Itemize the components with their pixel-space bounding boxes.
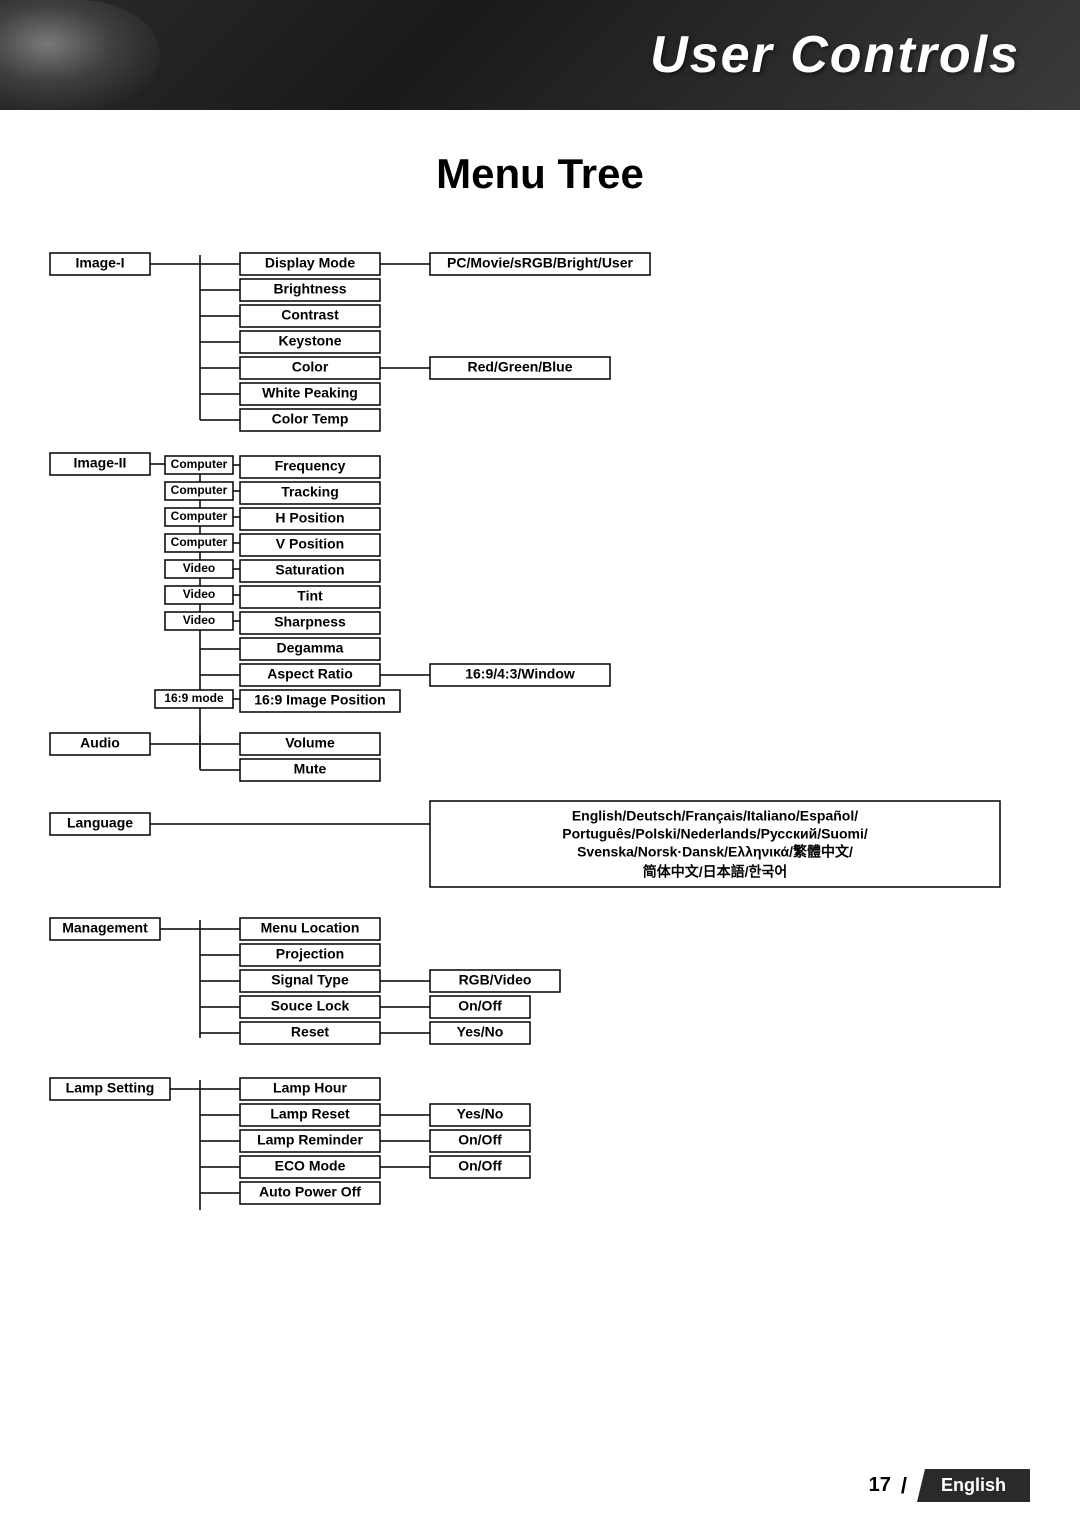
lens-decoration [0,0,160,110]
svg-text:H Position: H Position [275,510,344,526]
svg-text:English/Deutsch/Français/Itali: English/Deutsch/Français/Italiano/Españo… [572,808,858,824]
svg-text:Computer: Computer [171,483,228,497]
svg-text:White Peaking: White Peaking [262,385,358,401]
svg-text:Aspect Ratio: Aspect Ratio [267,666,353,682]
svg-text:Yes/No: Yes/No [457,1024,504,1040]
tree-svg: Image-I Display Mode PC/Movie/sRGB/Brigh… [40,238,1040,1388]
svg-text:Display Mode: Display Mode [265,255,355,271]
svg-text:RGB/Video: RGB/Video [459,972,532,988]
menu-tree: Image-I Display Mode PC/Movie/sRGB/Brigh… [0,228,1080,1473]
svg-text:V Position: V Position [276,536,344,552]
svg-text:On/Off: On/Off [458,998,502,1014]
svg-text:Souce Lock: Souce Lock [271,998,350,1014]
svg-text:Language: Language [67,815,133,831]
svg-text:Lamp Reminder: Lamp Reminder [257,1132,363,1148]
svg-text:Video: Video [183,561,215,575]
svg-text:Signal Type: Signal Type [271,972,349,988]
svg-text:Computer: Computer [171,457,228,471]
svg-text:Svenska/Norsk·Dansk/Ελληνικά/繁: Svenska/Norsk·Dansk/Ελληνικά/繁體中文/ [577,844,853,860]
page-title: Menu Tree [0,150,1080,198]
svg-text:Brightness: Brightness [273,281,346,297]
svg-text:Color: Color [292,359,329,375]
svg-text:简体中文/日本語/한국어: 简体中文/日本語/한국어 [643,864,787,880]
svg-text:Tracking: Tracking [281,484,339,500]
svg-text:Management: Management [62,920,148,936]
svg-text:Computer: Computer [171,535,228,549]
svg-text:Lamp Setting: Lamp Setting [66,1080,155,1096]
svg-text:Red/Green/Blue: Red/Green/Blue [467,359,572,375]
svg-text:Saturation: Saturation [275,562,344,578]
svg-text:Lamp Reset: Lamp Reset [270,1106,350,1122]
svg-text:Frequency: Frequency [275,458,346,474]
svg-text:Tint: Tint [297,588,323,604]
footer-slash: / [901,1473,907,1499]
svg-text:Computer: Computer [171,509,228,523]
svg-text:Keystone: Keystone [278,333,341,349]
image1-label: Image-I [75,255,124,271]
svg-text:Auto Power Off: Auto Power Off [259,1184,361,1200]
svg-text:Audio: Audio [80,735,120,751]
svg-text:Menu Location: Menu Location [261,920,360,936]
header: User Controls [0,0,1080,110]
svg-text:On/Off: On/Off [458,1132,502,1148]
svg-text:Lamp Hour: Lamp Hour [273,1080,347,1096]
svg-text:Mute: Mute [294,761,327,777]
svg-text:On/Off: On/Off [458,1158,502,1174]
svg-text:Reset: Reset [291,1024,329,1040]
svg-text:16:9 mode: 16:9 mode [164,691,224,705]
language-label: English [917,1469,1030,1502]
svg-text:PC/Movie/sRGB/Bright/User: PC/Movie/sRGB/Bright/User [447,255,633,271]
svg-text:Yes/No: Yes/No [457,1106,504,1122]
svg-text:Contrast: Contrast [281,307,339,323]
svg-text:Image-II: Image-II [74,455,127,471]
footer: 17 / English [869,1469,1030,1502]
svg-text:Video: Video [183,587,215,601]
svg-text:Projection: Projection [276,946,344,962]
svg-text:16:9 Image Position: 16:9 Image Position [254,692,385,708]
svg-text:ECO Mode: ECO Mode [275,1158,346,1174]
svg-text:16:9/4:3/Window: 16:9/4:3/Window [465,666,575,682]
svg-text:Video: Video [183,613,215,627]
svg-text:Português/Polski/Nederlands/Ру: Português/Polski/Nederlands/Русский/Suom… [562,826,868,842]
svg-text:Color Temp: Color Temp [272,411,349,427]
svg-text:Sharpness: Sharpness [274,614,346,630]
svg-text:Degamma: Degamma [277,640,344,656]
page-number: 17 [869,1474,891,1497]
svg-text:Volume: Volume [285,735,335,751]
page-header-title: User Controls [650,25,1020,85]
